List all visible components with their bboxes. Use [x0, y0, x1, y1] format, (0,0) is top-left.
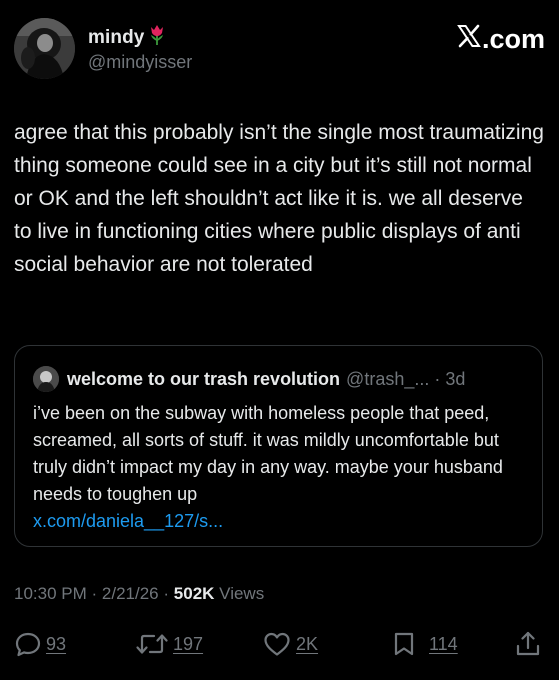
separator-dot: ·	[91, 584, 98, 603]
quoted-tweet-link[interactable]: x.com/daniela__127/s...	[33, 508, 223, 535]
author-handle[interactable]: @mindyisser	[88, 52, 192, 73]
tulip-icon	[147, 24, 167, 51]
repost-button[interactable]: 197	[135, 630, 203, 658]
views-label: Views	[219, 584, 265, 603]
tweet-date[interactable]: 2/21/26	[102, 584, 159, 603]
views-count: 502K	[173, 584, 215, 603]
avatar-image	[14, 18, 75, 79]
brand-label: .com	[481, 24, 545, 54]
like-button[interactable]: 2K	[262, 630, 318, 658]
quoted-tweet-card[interactable]: welcome to our trash revolution @trash_.…	[14, 345, 543, 547]
x-logo-icon	[457, 24, 481, 55]
reply-count: 93	[46, 633, 67, 654]
author-display-name[interactable]: mindy	[88, 27, 144, 49]
separator-dot: ·	[163, 584, 170, 603]
bookmark-icon	[391, 630, 417, 658]
quoted-author-name[interactable]: welcome to our trash revolution	[67, 369, 340, 390]
avatar[interactable]	[14, 18, 75, 79]
author-name-row: mindy	[88, 24, 167, 51]
quoted-tweet-text: i’ve been on the subway with homeless pe…	[33, 403, 503, 504]
heart-icon	[262, 630, 292, 658]
quoted-author-meta: @trash_... · 3d	[346, 368, 466, 389]
like-count: 2K	[296, 633, 319, 654]
tweet-header: mindy @mindyisser .com	[14, 16, 545, 80]
quoted-tweet-header: welcome to our trash revolution @trash_.…	[33, 366, 526, 392]
repost-count: 197	[173, 633, 204, 654]
reply-icon	[14, 630, 42, 658]
repost-icon	[135, 630, 169, 658]
share-button[interactable]	[514, 630, 542, 658]
bookmark-button[interactable]: 114	[391, 630, 458, 658]
action-bar: 93 197 2K 114	[0, 630, 559, 664]
bookmark-count: 114	[429, 633, 458, 654]
share-icon	[514, 630, 542, 658]
reply-button[interactable]: 93	[14, 630, 66, 658]
tweet-time[interactable]: 10:30 PM	[14, 584, 87, 603]
timestamp-row: 10:30 PM · 2/21/26 · 502K Views	[14, 584, 264, 604]
quoted-avatar	[33, 366, 59, 392]
tweet-text: agree that this probably isn’t the singl…	[14, 121, 544, 276]
brand-watermark: .com	[457, 24, 545, 55]
